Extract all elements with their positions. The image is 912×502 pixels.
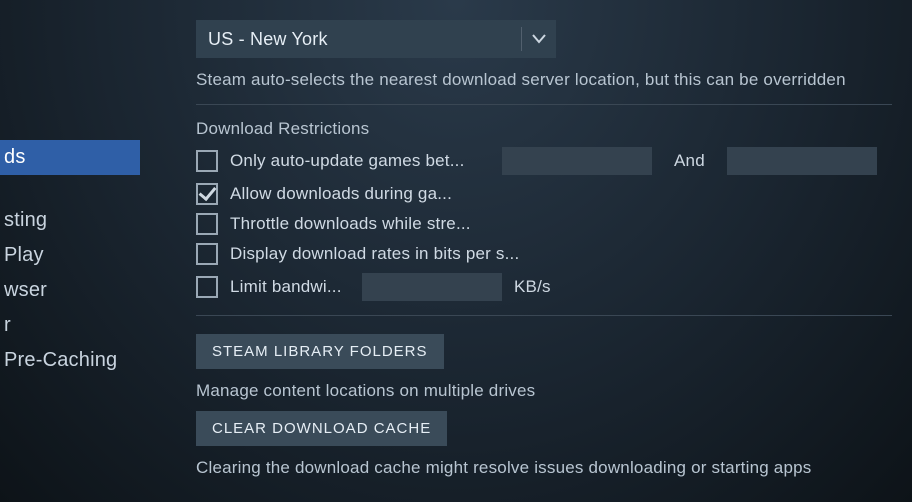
- limit-bandwidth-checkbox[interactable]: [196, 276, 218, 298]
- throttle-while-streaming-checkbox[interactable]: [196, 213, 218, 235]
- bandwidth-limit-field[interactable]: [362, 273, 502, 301]
- settings-panel: Download Region US - New York Steam auto…: [140, 0, 912, 502]
- sidebar-item-other[interactable]: r: [0, 308, 140, 343]
- sidebar-item-web-browser[interactable]: wser: [0, 273, 140, 308]
- sidebar-item-broadcasting[interactable]: sting: [0, 203, 140, 238]
- download-restrictions-title: Download Restrictions: [196, 119, 892, 139]
- allow-downloads-during-gameplay-checkbox[interactable]: [196, 183, 218, 205]
- dropdown-arrow-icon: [521, 27, 546, 51]
- sidebar-item-shader-precaching[interactable]: Pre-Caching: [0, 343, 140, 378]
- divider: [196, 104, 892, 105]
- clear-download-cache-button[interactable]: CLEAR DOWNLOAD CACHE: [196, 411, 447, 446]
- display-rates-bits-label: Display download rates in bits per s...: [230, 244, 519, 264]
- allow-downloads-during-gameplay-label: Allow downloads during ga...: [230, 184, 452, 204]
- throttle-while-streaming-label: Throttle downloads while stre...: [230, 214, 471, 234]
- display-rates-bits-checkbox[interactable]: [196, 243, 218, 265]
- download-region-value: US - New York: [208, 29, 328, 50]
- settings-sidebar: ds sting Play wser r Pre-Caching: [0, 0, 140, 502]
- and-label: And: [664, 151, 715, 171]
- download-region-dropdown[interactable]: US - New York: [196, 20, 556, 58]
- library-folders-desc: Manage content locations on multiple dri…: [196, 381, 892, 401]
- download-region-desc: Steam auto-selects the nearest download …: [196, 70, 892, 90]
- sidebar-item-downloads[interactable]: ds: [0, 140, 140, 175]
- bandwidth-unit: KB/s: [514, 277, 551, 297]
- only-auto-update-label: Only auto-update games bet...: [230, 151, 490, 171]
- time-from-field[interactable]: [502, 147, 652, 175]
- sidebar-item-remote-play[interactable]: Play: [0, 238, 140, 273]
- only-auto-update-checkbox[interactable]: [196, 150, 218, 172]
- limit-bandwidth-label: Limit bandwi...: [230, 277, 350, 297]
- clear-cache-desc: Clearing the download cache might resolv…: [196, 458, 892, 478]
- time-to-field[interactable]: [727, 147, 877, 175]
- steam-library-folders-button[interactable]: STEAM LIBRARY FOLDERS: [196, 334, 444, 369]
- divider: [196, 315, 892, 316]
